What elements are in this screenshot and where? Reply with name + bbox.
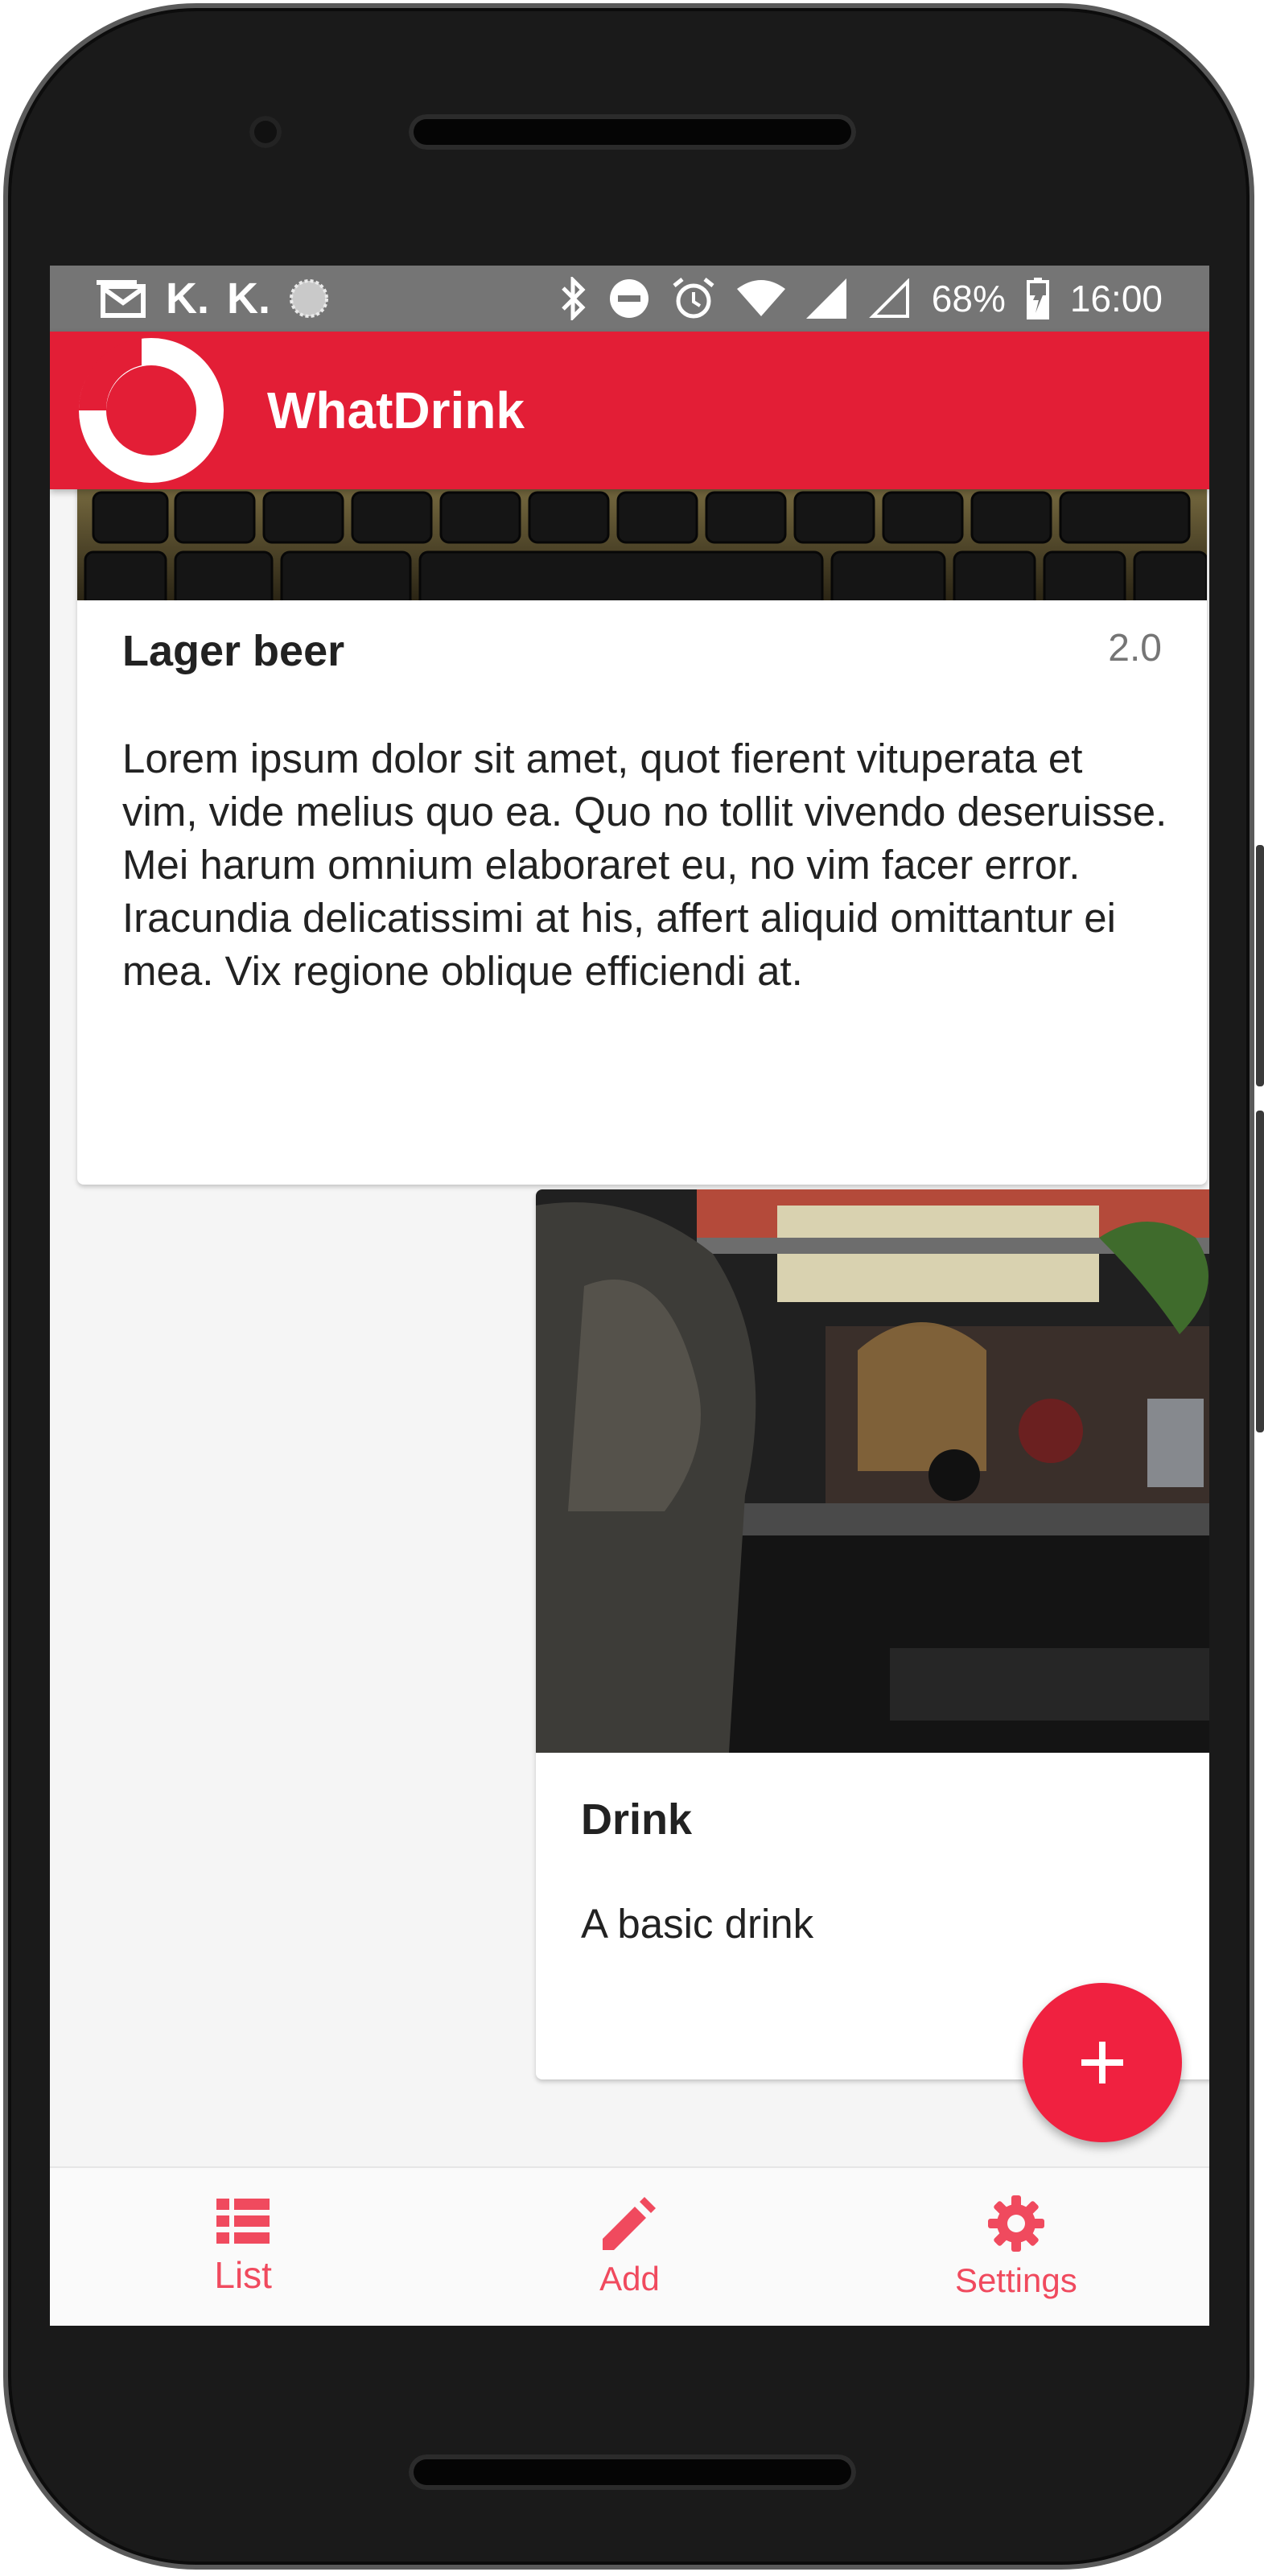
app-title: WhatDrink xyxy=(267,381,525,439)
gear-icon xyxy=(987,2195,1044,2252)
card-title: Lager beer xyxy=(122,627,345,675)
nav-label: Settings xyxy=(954,2261,1077,2299)
logo-ring-icon xyxy=(78,338,224,483)
circle-icon xyxy=(290,279,328,318)
add-drink-fab[interactable] xyxy=(1023,1983,1182,2142)
alarm-icon xyxy=(673,278,714,319)
bluetooth-icon xyxy=(562,277,586,320)
card-description: Lorem ipsum dolor sit amet, quot fierent… xyxy=(122,736,1167,994)
app-logo xyxy=(78,338,224,483)
card-description: A basic drink xyxy=(581,1901,814,1947)
drink-photo xyxy=(77,489,1207,610)
drink-card[interactable]: Lager beer 2.0 Lorem ipsum dolor sit ame… xyxy=(77,489,1207,1185)
app-bar: WhatDrink xyxy=(50,332,1209,489)
drink-card[interactable]: Drink A basic drink xyxy=(536,1189,1209,2079)
clock: 16:00 xyxy=(1069,278,1163,319)
screen: K. K. 68% 16:00 WhatDrink Lager beer 2.0… xyxy=(50,266,1209,2326)
power-button xyxy=(1256,1111,1264,1432)
battery-icon xyxy=(1026,278,1049,319)
k-icon: K. xyxy=(227,274,270,323)
front-camera xyxy=(249,116,282,148)
card-title: Drink xyxy=(581,1795,693,1844)
nav-label: List xyxy=(214,2254,272,2296)
status-bar: K. K. 68% 16:00 xyxy=(50,266,1209,332)
signal-empty-icon xyxy=(868,278,909,318)
bottom-speaker xyxy=(409,2454,856,2490)
list-icon xyxy=(216,2199,270,2244)
drink-photo xyxy=(536,1189,1209,1753)
wifi-icon xyxy=(736,280,785,316)
k-icon: K. xyxy=(166,274,209,323)
drink-list[interactable]: Lager beer 2.0 Lorem ipsum dolor sit ame… xyxy=(50,489,1209,2166)
nav-add[interactable]: Add xyxy=(436,2168,822,2326)
nav-list[interactable]: List xyxy=(50,2168,436,2326)
gmail-icon xyxy=(97,280,146,318)
battery-percent: 68% xyxy=(931,278,1006,319)
pencil-icon xyxy=(603,2197,657,2250)
bottom-navigation: List Add Settings xyxy=(50,2166,1209,2326)
top-speaker xyxy=(409,114,856,150)
do-not-disturb-icon xyxy=(609,279,648,318)
plus-icon xyxy=(1081,2042,1123,2083)
signal-icon xyxy=(805,278,846,319)
nav-settings[interactable]: Settings xyxy=(823,2168,1209,2326)
rating-score: 2.0 xyxy=(1108,627,1162,670)
nav-label: Add xyxy=(599,2260,660,2298)
volume-button xyxy=(1256,845,1264,1086)
